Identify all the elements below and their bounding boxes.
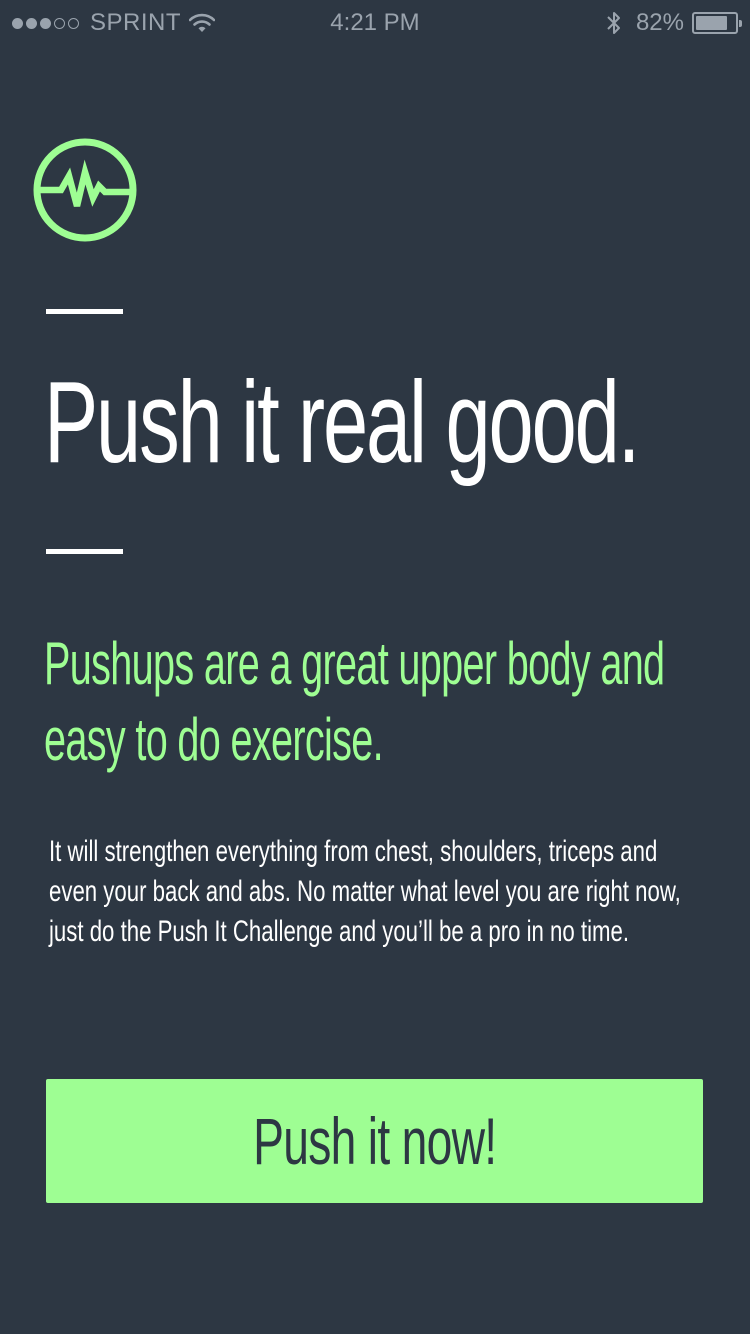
description-text: It will strengthen everything from chest… [49, 835, 681, 948]
heartbeat-pulse-icon [33, 138, 137, 242]
subheadline: Pushups are a great upper body and easy … [44, 630, 665, 773]
status-right: 82% [606, 9, 742, 37]
status-bar: SPRINT 4:21 PM 82% [0, 0, 750, 44]
push-it-now-button-label: Push it now! [252, 1104, 497, 1178]
battery-icon [692, 12, 742, 34]
page-headline: Push it real good. [44, 357, 640, 487]
push-it-now-button[interactable]: Push it now! [46, 1079, 703, 1203]
bluetooth-icon [607, 12, 620, 34]
battery-nub [739, 20, 742, 27]
battery-level-fill [696, 16, 728, 30]
divider-top [46, 309, 123, 314]
battery-percent: 82% [635, 9, 684, 36]
divider-bottom [46, 549, 123, 554]
